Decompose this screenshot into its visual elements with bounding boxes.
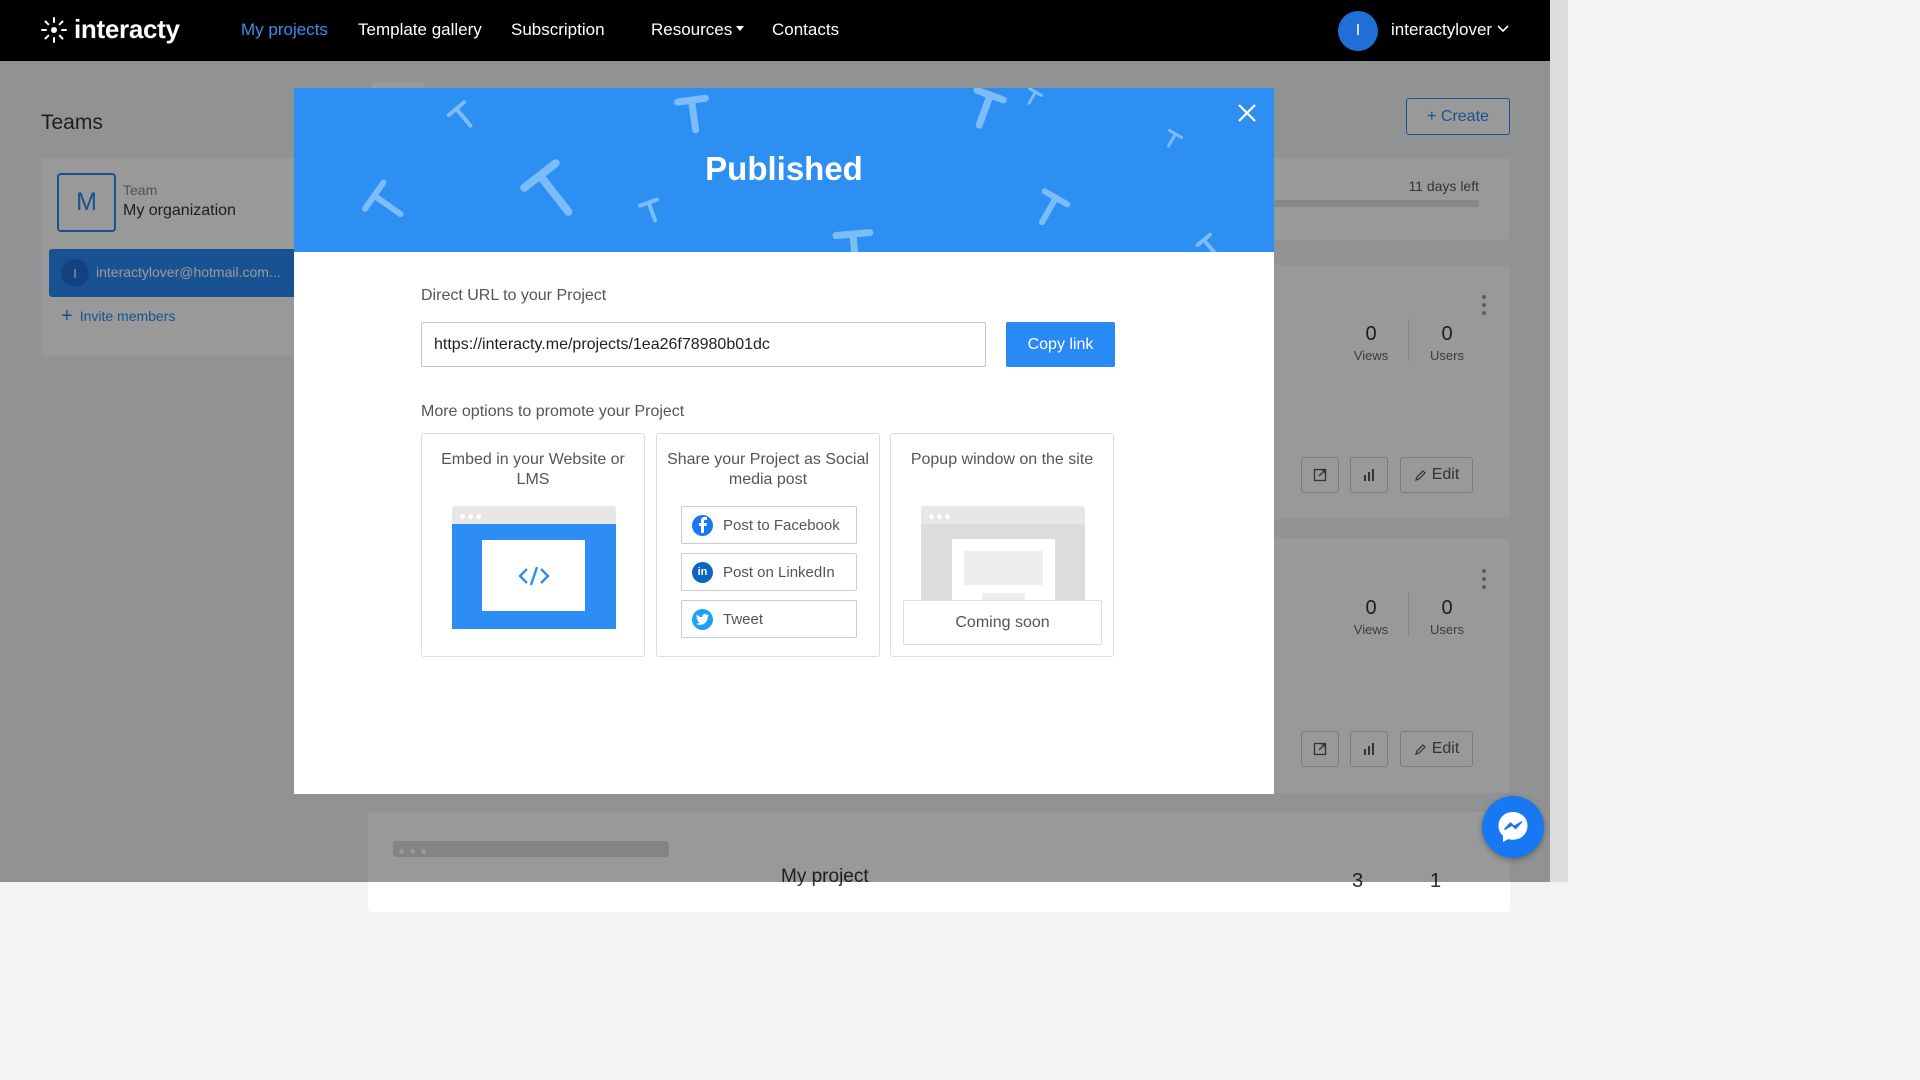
project-url-input[interactable] (421, 322, 986, 367)
close-icon[interactable] (1236, 102, 1258, 124)
tweet-label: Tweet (723, 610, 764, 628)
post-linkedin-label: Post on LinkedIn (723, 563, 835, 581)
browser-topbar (452, 506, 616, 524)
linkedin-icon: in (692, 561, 713, 583)
social-option-title: Share your Project as Social media post (667, 451, 869, 488)
copy-link-button[interactable]: Copy link (1006, 322, 1115, 367)
nav-resources[interactable]: Resources (651, 20, 745, 40)
popup-option-title: Popup window on the site (910, 451, 1094, 468)
nav-contacts[interactable]: Contacts (772, 20, 839, 40)
top-navbar: interacty My projects Template gallery S… (0, 0, 1550, 61)
modal-header: Published (294, 88, 1274, 252)
tweet-button[interactable]: Tweet (681, 600, 857, 638)
messenger-icon (1498, 812, 1528, 842)
messenger-chat-button[interactable] (1482, 796, 1544, 858)
social-option-card: Share your Project as Social media post … (656, 433, 880, 657)
nav-my-projects[interactable]: My projects (241, 20, 328, 40)
twitter-icon (692, 608, 713, 630)
modal-title: Published (705, 150, 863, 187)
post-facebook-button[interactable]: Post to Facebook (681, 506, 857, 544)
nav-template-gallery[interactable]: Template gallery (358, 20, 482, 40)
embed-option-title: Embed in your Website or LMS (441, 451, 625, 488)
facebook-icon (692, 514, 713, 536)
chevron-down-icon[interactable] (1496, 24, 1510, 34)
popup-illustration (921, 506, 1085, 602)
nav-subscription[interactable]: Subscription (511, 20, 605, 40)
coming-soon-badge: Coming soon (903, 600, 1102, 645)
embed-code-box (482, 540, 585, 611)
more-options-label: More options to promote your Project (421, 403, 685, 420)
post-facebook-label: Post to Facebook (723, 516, 840, 534)
embed-illustration (452, 506, 616, 629)
logo-icon (41, 16, 67, 43)
nav-resources-label: Resources (651, 20, 733, 39)
logo-text: interacty (74, 14, 180, 44)
popup-option-card: Popup window on the site Coming soon (890, 433, 1114, 657)
embed-option-card[interactable]: Embed in your Website or LMS (421, 433, 645, 657)
browser-topbar (921, 506, 1085, 524)
user-name[interactable]: interactylover (1391, 20, 1492, 40)
published-modal: Published Direct URL to your Project Cop… (294, 88, 1274, 794)
page-scrollbar[interactable] (1550, 0, 1568, 882)
post-linkedin-button[interactable]: in Post on LinkedIn (681, 553, 857, 591)
code-icon (517, 566, 550, 585)
url-label: Direct URL to your Project (421, 287, 607, 304)
caret-down-icon (736, 26, 745, 32)
browser-body (452, 524, 616, 629)
logo[interactable]: interacty (40, 14, 180, 45)
popup-window-shape (952, 539, 1055, 602)
user-avatar[interactable]: I (1338, 11, 1378, 51)
